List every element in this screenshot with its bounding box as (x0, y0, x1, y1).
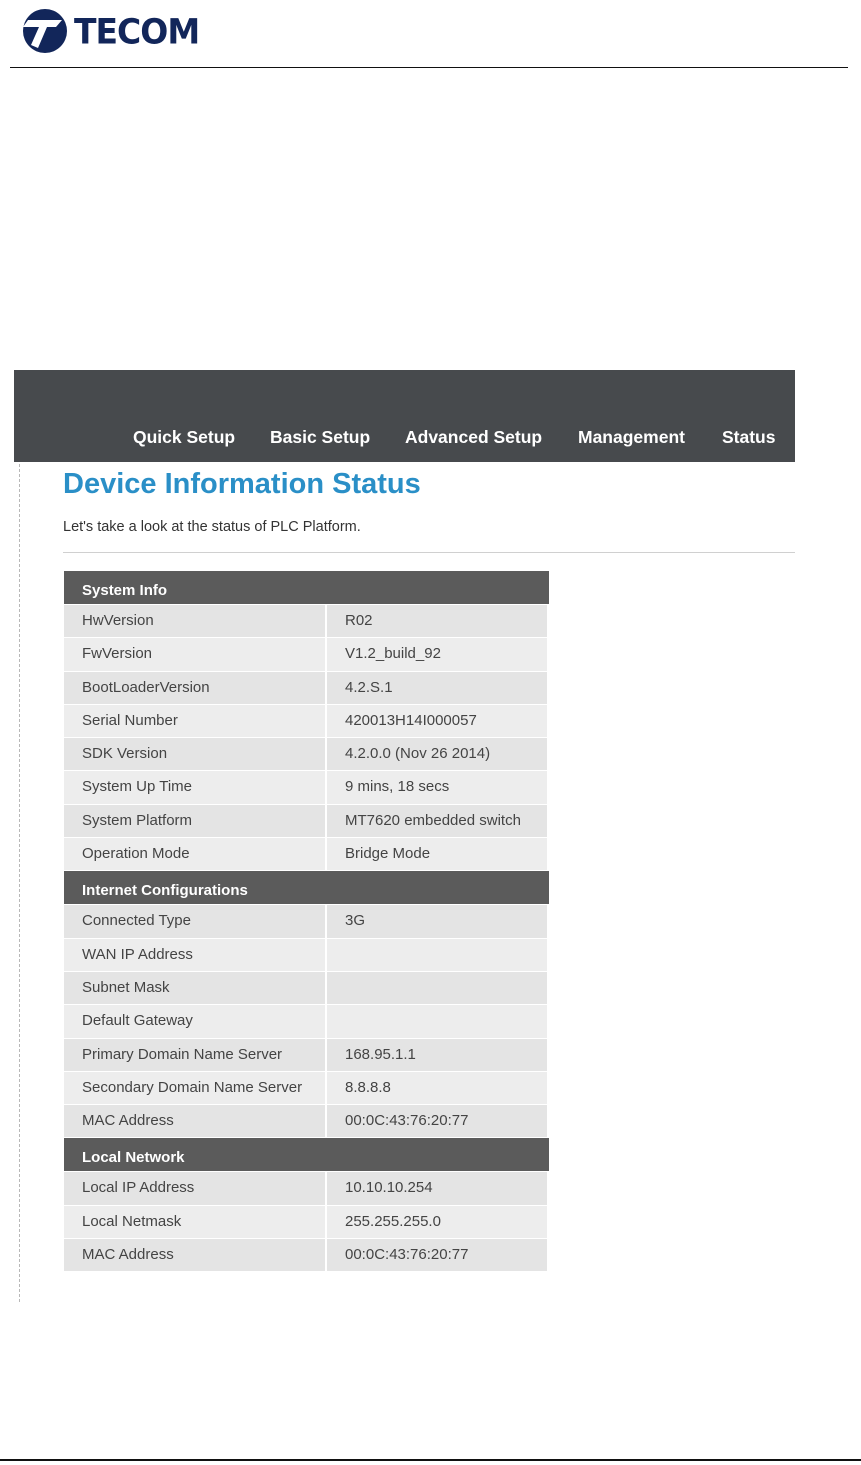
table-row: Serial Number 420013H14I000057 (64, 704, 549, 739)
left-guide-line (19, 464, 20, 1302)
main-nav: Quick Setup Basic Setup Advanced Setup M… (14, 370, 795, 462)
table-row: Local IP Address 10.10.10.254 (64, 1172, 549, 1206)
table-row: MAC Address 00:0C:43:76:20:77 (64, 1105, 549, 1139)
table-row: Subnet Mask (64, 971, 549, 1006)
nav-quick-setup[interactable]: Quick Setup (133, 427, 235, 448)
row-label: Default Gateway (64, 1005, 327, 1038)
row-value: 00:0C:43:76:20:77 (327, 1239, 547, 1272)
table-row: Local Netmask 255.255.255.0 (64, 1205, 549, 1240)
table-row: BootLoaderVersion 4.2.S.1 (64, 671, 549, 705)
table-row: Secondary Domain Name Server 8.8.8.8 (64, 1071, 549, 1106)
nav-advanced-setup[interactable]: Advanced Setup (405, 427, 542, 448)
row-value: 4.2.S.1 (327, 671, 547, 704)
section-header-system-info: System Info (64, 571, 549, 605)
row-value: V1.2_build_92 (327, 638, 547, 671)
page-title: Device Information Status (63, 468, 421, 500)
row-value: 3G (327, 905, 547, 938)
row-value: Bridge Mode (327, 838, 547, 871)
row-value: 00:0C:43:76:20:77 (327, 1105, 547, 1138)
row-value: 8.8.8.8 (327, 1071, 547, 1105)
row-label: Subnet Mask (64, 971, 327, 1005)
brand-logo: TECOM (22, 2, 200, 60)
table-row: FwVersion V1.2_build_92 (64, 638, 549, 672)
row-label: Local Netmask (64, 1205, 327, 1239)
row-label: Serial Number (64, 704, 327, 738)
row-value: 168.95.1.1 (327, 1038, 547, 1071)
row-label: Local IP Address (64, 1172, 327, 1205)
nav-management[interactable]: Management (578, 427, 685, 448)
brand-name: TECOM (74, 10, 200, 52)
row-value: MT7620 embedded switch (327, 804, 547, 838)
table-row: SDK Version 4.2.0.0 (Nov 26 2014) (64, 738, 549, 772)
table-row: Primary Domain Name Server 168.95.1.1 (64, 1038, 549, 1072)
footer-rule (0, 1459, 861, 1461)
local-network-rows: Local IP Address 10.10.10.254 Local Netma… (64, 1172, 549, 1273)
table-row: WAN IP Address (64, 938, 549, 972)
row-value: 255.255.255.0 (327, 1205, 547, 1239)
section-header-local-network: Local Network (64, 1138, 549, 1173)
row-label: Connected Type (64, 905, 327, 938)
device-info-table: System Info HwVersion R02 FwVersion V1.2_b… (64, 571, 549, 1273)
row-label: Operation Mode (64, 838, 327, 871)
tecom-logo-icon (23, 9, 67, 53)
row-label: MAC Address (64, 1105, 327, 1138)
row-label: FwVersion (64, 638, 327, 671)
page-subtitle: Let's take a look at the status of PLC P… (63, 519, 361, 535)
table-row: MAC Address 00:0C:43:76:20:77 (64, 1239, 549, 1273)
table-row: Connected Type 3G (64, 905, 549, 939)
row-value: 9 mins, 18 secs (327, 771, 547, 804)
row-label: MAC Address (64, 1239, 327, 1272)
table-row: System Platform MT7620 embedded switch (64, 804, 549, 839)
table-row: Operation Mode Bridge Mode (64, 838, 549, 872)
row-value: 4.2.0.0 (Nov 26 2014) (327, 738, 547, 771)
nav-status[interactable]: Status (722, 427, 775, 448)
table-row: HwVersion R02 (64, 605, 549, 639)
row-label: Secondary Domain Name Server (64, 1071, 327, 1105)
internet-config-rows: Connected Type 3G WAN IP Address Subnet M… (64, 905, 549, 1139)
row-label: System Platform (64, 804, 327, 838)
row-value: 10.10.10.254 (327, 1172, 547, 1205)
title-separator (63, 552, 795, 553)
header-rule (10, 67, 848, 68)
row-value (327, 971, 547, 1005)
row-value: 420013H14I000057 (327, 704, 547, 738)
row-value (327, 1005, 547, 1038)
row-value: R02 (327, 605, 547, 638)
row-label: System Up Time (64, 771, 327, 804)
nav-basic-setup[interactable]: Basic Setup (270, 427, 370, 448)
section-header-internet-configurations: Internet Configurations (64, 871, 549, 906)
table-row: Default Gateway (64, 1005, 549, 1039)
system-info-rows: HwVersion R02 FwVersion V1.2_build_92 Boot… (64, 605, 549, 872)
row-label: HwVersion (64, 605, 327, 638)
row-label: Primary Domain Name Server (64, 1038, 327, 1071)
row-label: WAN IP Address (64, 938, 327, 971)
row-value (327, 938, 547, 971)
row-label: SDK Version (64, 738, 327, 771)
table-row: System Up Time 9 mins, 18 secs (64, 771, 549, 805)
row-label: BootLoaderVersion (64, 671, 327, 704)
